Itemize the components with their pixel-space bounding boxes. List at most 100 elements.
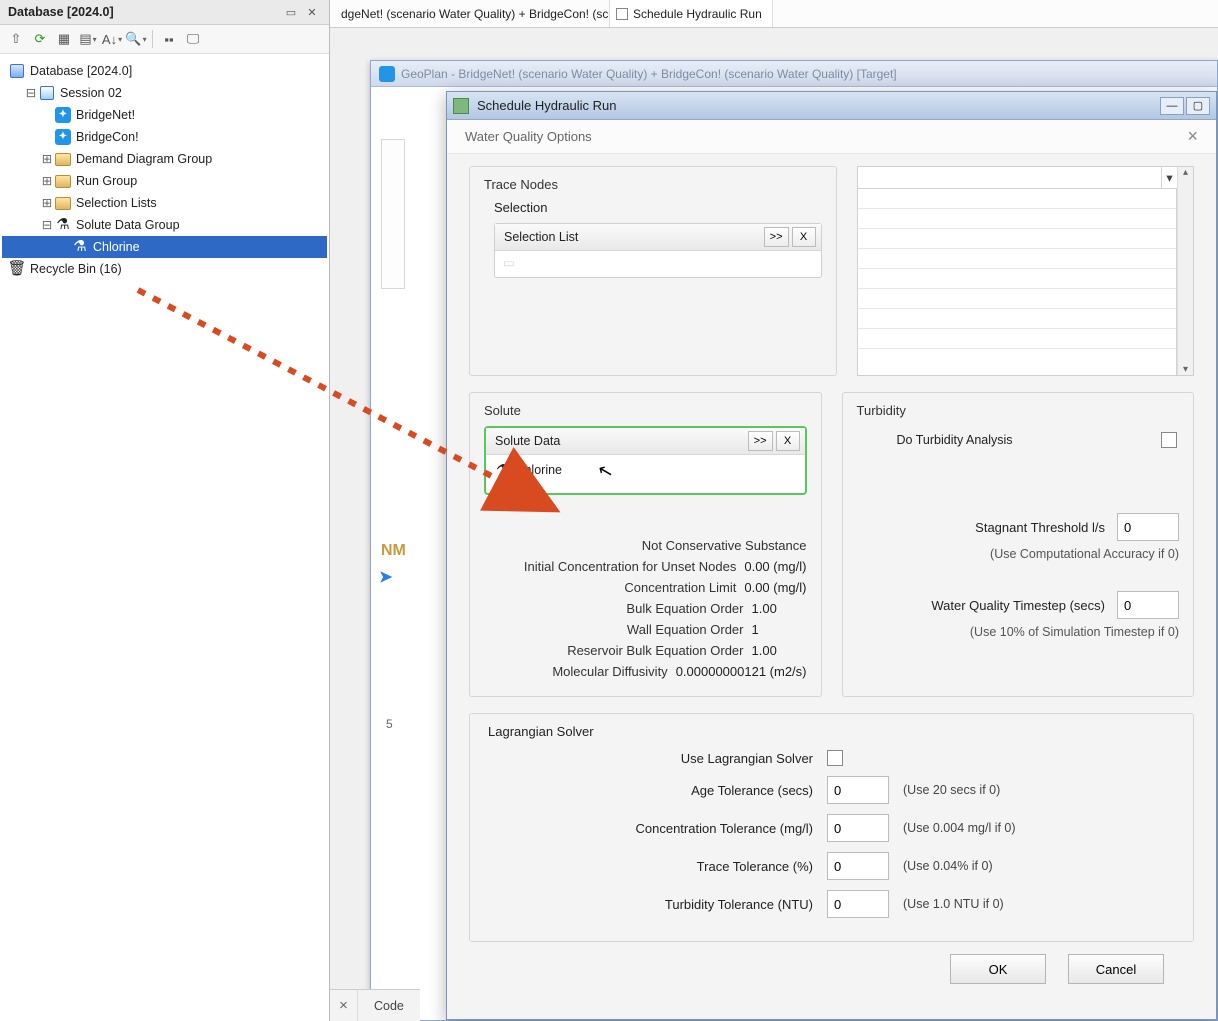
collapse-icon[interactable]: ⊟	[24, 82, 38, 104]
panel-close-icon[interactable]: ✕	[303, 4, 321, 20]
ok-button[interactable]: OK	[950, 954, 1046, 984]
age-tolerance-label: Age Tolerance (secs)	[488, 783, 813, 798]
flask-icon: ⚗	[71, 238, 89, 256]
database-titlebar: Database [2024.0] ▭ ✕	[0, 0, 329, 25]
table-row[interactable]	[858, 289, 1177, 309]
tree-bridgecon[interactable]: ✦BridgeCon!	[2, 126, 327, 148]
selection-list-content[interactable]: ▭	[495, 251, 821, 277]
solute-value: Chlorine	[515, 463, 562, 477]
code-tab-bar: × Code	[330, 989, 420, 1021]
turbidity-group: Turbidity Do Turbidity Analysis Stagnant…	[842, 392, 1195, 697]
dialog-subheader: Water Quality Options ×	[447, 120, 1216, 154]
tree-chlorine[interactable]: ⚗Chlorine	[2, 236, 327, 258]
flask-icon: ⚗	[496, 461, 509, 479]
do-turbidity-checkbox[interactable]	[1161, 432, 1177, 448]
age-tolerance-input[interactable]	[827, 776, 889, 804]
expand-icon[interactable]: ⊞	[40, 192, 54, 214]
selection-expand-button[interactable]: >>	[764, 227, 789, 247]
grid-icon[interactable]: ▦	[54, 29, 74, 49]
geoplan-titlebar: GeoPlan - BridgeNet! (scenario Water Qua…	[371, 61, 1217, 87]
tree-solute-group[interactable]: ⊟⚗Solute Data Group	[2, 214, 327, 236]
geoplan-scale: 5	[386, 717, 393, 731]
solute-expand-button[interactable]: >>	[748, 431, 773, 451]
timestep-hint: (Use 10% of Simulation Timestep if 0)	[857, 625, 1180, 639]
dialog-titlebar[interactable]: Schedule Hydraulic Run — ▢	[447, 92, 1216, 120]
app-root: Database [2024.0] ▭ ✕ ⇧ ⟳ ▦ ▤▾ A↓▾ 🔍▾ ▪▪…	[0, 0, 1218, 1021]
tree-run-group[interactable]: ⊞Run Group	[2, 170, 327, 192]
collapse-icon[interactable]: ⊟	[40, 214, 54, 236]
turbidity-tolerance-input[interactable]	[827, 890, 889, 918]
tab-geoplan[interactable]: dgeNet! (scenario Water Quality) + Bridg…	[330, 0, 610, 27]
database-toolbar: ⇧ ⟳ ▦ ▤▾ A↓▾ 🔍▾ ▪▪ 🖵	[0, 25, 329, 54]
table-row[interactable]	[858, 229, 1177, 249]
close-tab-icon[interactable]: ×	[330, 990, 358, 1021]
table-row[interactable]	[858, 189, 1177, 209]
tree-selection-lists[interactable]: ⊞Selection Lists	[2, 192, 327, 214]
cursor-icon: ↖	[596, 459, 616, 483]
scrollbar[interactable]: ▴▾	[1177, 167, 1193, 375]
concentration-tolerance-input[interactable]	[827, 814, 889, 842]
tree-bridgenet[interactable]: ✦BridgeNet!	[2, 104, 327, 126]
panel-pin-icon[interactable]: ▭	[282, 4, 300, 20]
link-icon[interactable]: ▪▪	[159, 29, 179, 49]
group-label: Lagrangian Solver	[488, 724, 1175, 739]
table-row[interactable]	[858, 209, 1177, 229]
lagrangian-group: Lagrangian Solver Use Lagrangian Solver …	[469, 713, 1194, 942]
trace-combo[interactable]: ▾	[858, 167, 1194, 189]
chevron-down-icon[interactable]: ▾	[1161, 167, 1177, 188]
database-tree[interactable]: Database [2024.0] ⊟Session 02 ✦BridgeNet…	[0, 54, 329, 1021]
add-db-icon[interactable]: ▤▾	[78, 29, 98, 49]
cancel-button[interactable]: Cancel	[1068, 954, 1164, 984]
trace-tolerance-input[interactable]	[827, 852, 889, 880]
sort-icon[interactable]: A↓▾	[102, 29, 122, 49]
tree-demand-group[interactable]: ⊞Demand Diagram Group	[2, 148, 327, 170]
dialog-body: Water Quality Options × Trace Nodes Sele…	[447, 120, 1216, 1019]
run-icon	[616, 8, 628, 20]
tree-session[interactable]: ⊟Session 02	[2, 82, 327, 104]
selection-clear-button[interactable]: X	[792, 227, 816, 247]
scroll-up-icon: ▴	[1183, 167, 1188, 178]
table-row[interactable]	[858, 309, 1177, 329]
do-turbidity-label: Do Turbidity Analysis	[897, 433, 1013, 447]
wq-timestep-input[interactable]	[1117, 591, 1179, 619]
screen-icon[interactable]: 🖵	[183, 29, 203, 49]
trace-nodes-grid[interactable]: ▾ ▴▾	[857, 166, 1195, 376]
table-row[interactable]	[858, 269, 1177, 289]
expand-icon[interactable]: ⊞	[40, 148, 54, 170]
search-icon[interactable]: 🔍▾	[126, 29, 146, 49]
schedule-run-dialog: Schedule Hydraulic Run — ▢ Water Quality…	[446, 91, 1217, 1020]
solute-data-label: Solute Data	[491, 434, 745, 448]
maximize-button[interactable]: ▢	[1186, 97, 1210, 115]
use-lagrangian-checkbox[interactable]	[827, 750, 843, 766]
solute-data-dropzone[interactable]: Solute Data >> X ⚗ Chlorine ↖	[484, 426, 807, 495]
table-row[interactable]	[858, 249, 1177, 269]
nav-up-icon[interactable]: ⇧	[6, 29, 26, 49]
group-label: Trace Nodes	[484, 177, 822, 192]
tree-root[interactable]: Database [2024.0]	[2, 60, 327, 82]
document-tabs: dgeNet! (scenario Water Quality) + Bridg…	[330, 0, 1218, 28]
trash-icon: 🗑	[8, 260, 26, 278]
solute-group: Solute Solute Data >> X ⚗	[469, 392, 822, 697]
tree-recycle-bin[interactable]: 🗑Recycle Bin (16)	[2, 258, 327, 280]
group-label: Solute	[484, 403, 807, 418]
refresh-icon[interactable]: ⟳	[30, 29, 50, 49]
geoplan-label: NM	[381, 542, 406, 560]
stagnant-threshold-input[interactable]	[1117, 513, 1179, 541]
dialog-title: Schedule Hydraulic Run	[477, 98, 616, 113]
blank-icon: ▭	[503, 256, 515, 270]
geoplan-window: GeoPlan - BridgeNet! (scenario Water Qua…	[370, 60, 1218, 1021]
close-icon[interactable]: ×	[1187, 126, 1198, 147]
trace-tolerance-label: Trace Tolerance (%)	[488, 859, 813, 874]
minimize-button[interactable]: —	[1160, 97, 1184, 115]
selection-label: Selection	[494, 200, 547, 215]
group-label: Turbidity	[857, 403, 1180, 418]
dialog-icon	[453, 98, 469, 114]
code-tab-label[interactable]: Code	[358, 999, 420, 1013]
solute-clear-button[interactable]: X	[776, 431, 800, 451]
turbidity-tolerance-label: Turbidity Tolerance (NTU)	[488, 897, 813, 912]
geoplan-tool-palette[interactable]	[381, 139, 405, 289]
table-row[interactable]	[858, 329, 1177, 349]
dialog-buttons: OK Cancel	[469, 942, 1194, 990]
expand-icon[interactable]: ⊞	[40, 170, 54, 192]
tab-schedule-run[interactable]: Schedule Hydraulic Run	[610, 0, 773, 27]
